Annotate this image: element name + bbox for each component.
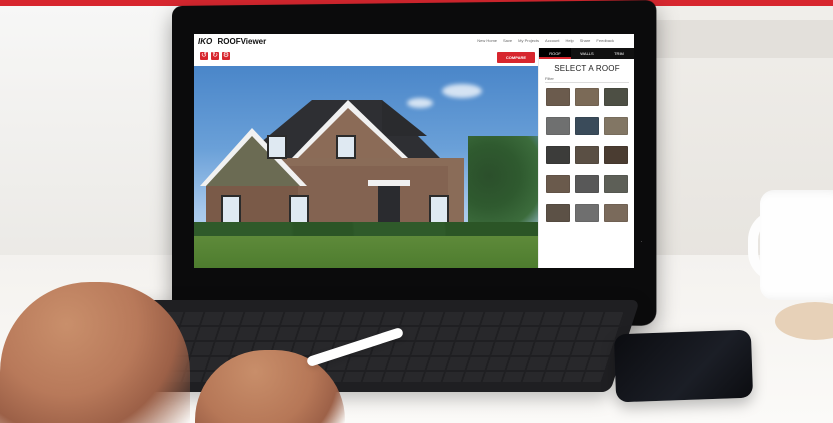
swatch-grid <box>545 88 629 229</box>
roof-swatch-chip <box>574 88 599 106</box>
roof-swatch-chip <box>604 204 629 222</box>
house-photo <box>194 66 538 268</box>
background-window-sill <box>640 20 833 58</box>
roof-swatch[interactable] <box>545 204 570 229</box>
smartphone <box>613 329 754 403</box>
roof-swatch[interactable] <box>545 146 570 171</box>
keyboard-keys <box>122 312 626 382</box>
roof-shape <box>382 100 427 136</box>
roof-swatch[interactable] <box>574 175 599 200</box>
menu-item-feedback[interactable]: Feedback <box>596 38 614 43</box>
roof-swatch[interactable] <box>574 204 599 229</box>
app-header: IKO ROOFViewer New Home Save My Projects… <box>194 34 634 49</box>
menu-item-account[interactable]: Account <box>545 38 559 43</box>
window <box>289 195 309 225</box>
roof-swatch-chip <box>545 146 570 164</box>
roof-swatch-chip <box>574 175 599 193</box>
app-logo: IKO ROOFViewer <box>198 37 266 46</box>
roof-swatch-chip <box>604 88 629 106</box>
menu-item-new-home[interactable]: New Home <box>477 38 497 43</box>
menu-item-help[interactable]: Help <box>566 38 574 43</box>
brand-logo: IKO <box>198 37 213 46</box>
roof-swatch[interactable] <box>545 88 570 113</box>
coffee-cup <box>760 190 833 300</box>
lawn <box>194 236 538 268</box>
compare-button[interactable]: COMPARE <box>497 52 535 63</box>
roof-swatch-chip <box>545 88 570 106</box>
window <box>221 195 241 225</box>
roof-swatch-chip <box>574 146 599 164</box>
roof-swatch[interactable] <box>604 146 629 171</box>
product-name: ROOFViewer <box>217 37 267 46</box>
roof-selector-panel: ROOF WALLS TRIM SELECT A ROOF Filter <box>538 48 634 268</box>
redo-icon[interactable]: ↻ <box>211 52 219 60</box>
settings-icon[interactable]: ⚙ <box>222 52 230 60</box>
porch-trim <box>368 180 410 186</box>
roof-swatch[interactable] <box>574 146 599 171</box>
roof-swatch-chip <box>574 204 599 222</box>
roof-swatch[interactable] <box>604 88 629 113</box>
roof-swatch[interactable] <box>574 88 599 113</box>
panel-title: SELECT A ROOF <box>554 64 620 73</box>
undo-icon[interactable]: ↺ <box>200 52 208 60</box>
roof-swatch-chip <box>545 175 570 193</box>
roof-swatch[interactable] <box>545 117 570 142</box>
roof-swatch[interactable] <box>604 204 629 229</box>
window <box>336 135 356 159</box>
window <box>267 135 287 159</box>
roof-swatch-chip <box>604 175 629 193</box>
filter-dropdown[interactable]: Filter <box>545 76 629 83</box>
tablet-screen: IKO ROOFViewer New Home Save My Projects… <box>194 34 634 268</box>
roof-swatch-chip <box>574 117 599 135</box>
house-viewer: ↺ ↻ ⚙ COMPARE <box>194 48 538 268</box>
tab-roof[interactable]: ROOF <box>539 48 571 59</box>
panel-tabs: ROOF WALLS TRIM <box>539 48 634 59</box>
tab-trim[interactable]: TRIM <box>603 48 634 59</box>
roof-swatch-chip <box>604 117 629 135</box>
roof-swatch-chip <box>545 204 570 222</box>
roof-swatch[interactable] <box>604 175 629 200</box>
viewer-tools: ↺ ↻ ⚙ <box>200 52 230 60</box>
window <box>429 195 449 225</box>
tab-walls[interactable]: WALLS <box>571 48 603 59</box>
roof-swatch-chip <box>604 146 629 164</box>
roof-swatch[interactable] <box>574 117 599 142</box>
menu-item-my-projects[interactable]: My Projects <box>518 38 539 43</box>
header-menu: New Home Save My Projects Account Help S… <box>477 38 614 43</box>
roof-swatch-chip <box>545 117 570 135</box>
menu-item-share[interactable]: Share <box>580 38 591 43</box>
roof-swatch[interactable] <box>604 117 629 142</box>
menu-item-save[interactable]: Save <box>503 38 512 43</box>
roof-swatch[interactable] <box>545 175 570 200</box>
